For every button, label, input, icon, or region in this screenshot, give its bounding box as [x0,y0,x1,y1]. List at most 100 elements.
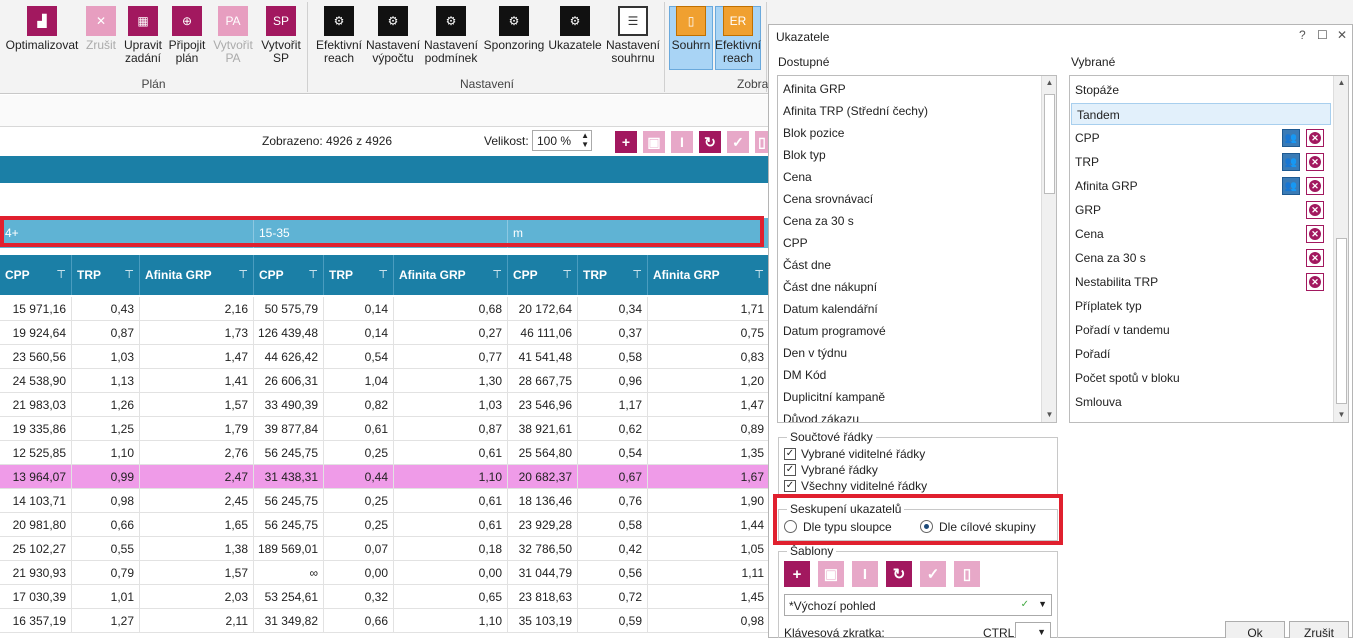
filter-icon[interactable]: ⊤ [632,255,642,295]
checkbox-visible-selected[interactable]: ✓ [784,448,796,460]
maximize-icon[interactable]: ☐ [1317,28,1328,42]
remove-icon[interactable]: ✕ [1306,129,1324,147]
effective-reach-button[interactable]: ER Efektivní reach [715,6,761,65]
indicators-button[interactable]: ⚙ Ukazatele [548,6,602,52]
scroll-down-icon[interactable]: ▼ [1334,408,1348,422]
selected-item[interactable]: Tandem [1071,103,1331,125]
remove-icon[interactable]: ✕ [1306,225,1324,243]
cancel-button[interactable]: Zrušit [1289,621,1349,638]
column-header[interactable]: CPP ⊤ [508,255,578,295]
group-people-icon[interactable]: 👥 [1282,177,1300,195]
filter-icon[interactable]: ⊤ [308,255,318,295]
available-item[interactable]: Důvod zákazu [778,408,1040,422]
scroll-thumb[interactable] [1044,94,1055,194]
available-item[interactable]: DM Kód [778,364,1040,386]
rename-view-button[interactable]: I [671,131,693,153]
add-view-button[interactable]: + [615,131,637,153]
conditions-settings-button[interactable]: ⚙ Nastavení podmínek [422,6,480,65]
available-item[interactable]: Blok typ [778,144,1040,166]
group-people-icon[interactable]: 👥 [1282,153,1300,171]
template-add-button[interactable]: + [784,561,810,587]
column-header[interactable]: Afinita GRP ⊤ [140,255,254,295]
summary-button[interactable]: ▯ Souhrn [669,6,713,52]
summary-settings-button[interactable]: ☰ Nastavení souhrnu [604,6,662,65]
table-row[interactable]: 20 981,80 0,66 1,65 56 245,75 0,25 0,61 23 929… [0,513,770,537]
optimize-button[interactable]: ▟ Optimalizovat [4,6,80,52]
column-header[interactable]: Afinita GRP ⊤ [394,255,508,295]
table-row[interactable]: 16 357,19 1,27 2,11 31 349,82 0,66 1,10 35 103… [0,609,770,633]
selected-item[interactable]: TRP [1070,151,1270,173]
table-row[interactable]: 21 930,93 0,79 1,57 ∞ 0,00 0,00 31 044,79 0,56 1… [0,561,770,585]
scroll-thumb[interactable] [1336,238,1347,404]
group-people-icon[interactable]: 👥 [1282,129,1300,147]
available-item[interactable]: CPP [778,232,1040,254]
available-item[interactable]: Duplicitní kampaně [778,386,1040,408]
checkbox-selected[interactable]: ✓ [784,464,796,476]
table-row[interactable]: 23 560,56 1,03 1,47 44 626,42 0,54 0,77 41 541… [0,345,770,369]
filter-icon[interactable]: ⊤ [238,255,248,295]
refresh-view-button[interactable]: ↻ [699,131,721,153]
available-item[interactable]: Cena srovnávací [778,188,1040,210]
table-row[interactable]: 15 971,16 0,43 2,16 50 575,79 0,14 0,68 20 172… [0,297,770,321]
available-item[interactable]: Cena za 30 s [778,210,1040,232]
table-row[interactable]: 24 538,90 1,13 1,41 26 606,31 1,04 1,30 28 667… [0,369,770,393]
available-item[interactable]: Blok pozice [778,122,1040,144]
apply-view-button[interactable]: ✓ [727,131,749,153]
table-row[interactable]: 12 525,85 1,10 2,76 56 245,75 0,25 0,61 25 564… [0,441,770,465]
table-row[interactable]: 19 335,86 1,25 1,79 39 877,84 0,61 0,87 38 921… [0,417,770,441]
attach-plan-button[interactable]: ⊕ Připojit plán [166,6,208,65]
remove-icon[interactable]: ✕ [1306,249,1324,267]
selected-item[interactable]: Cena [1070,223,1270,245]
column-header[interactable]: CPP ⊤ [254,255,324,295]
selected-item[interactable]: Nestabilita TRP [1070,271,1270,293]
edit-input-button[interactable]: ▦ Upravit zadání [122,6,164,65]
save-view-button[interactable]: ▣ [643,131,665,153]
table-row[interactable]: 14 103,71 0,98 2,45 56 245,75 0,25 0,61 18 136… [0,489,770,513]
filter-icon[interactable]: ⊤ [492,255,502,295]
available-item[interactable]: Den v týdnu [778,342,1040,364]
table-row[interactable]: 21 983,03 1,26 1,57 33 490,39 0,82 1,03 23 546… [0,393,770,417]
close-icon[interactable]: ✕ [1337,28,1347,42]
template-rename-button[interactable]: I [852,561,878,587]
delete-view-button[interactable]: ▯ [755,131,769,153]
selected-item[interactable]: Pořadí v tandemu [1070,319,1270,341]
column-header[interactable]: CPP ⊤ [0,255,72,295]
shortcut-key-select[interactable]: ▼ [1015,622,1051,638]
table-row[interactable]: 13 964,07 0,99 2,47 31 438,31 0,44 1,10 20 682… [0,465,770,489]
available-scrollbar[interactable]: ▲ ▼ [1041,76,1056,422]
selected-item[interactable]: Afinita GRP [1070,175,1270,197]
effective-reach-settings-button[interactable]: ⚙ Efektivní reach [314,6,364,65]
template-apply-button[interactable]: ✓ [920,561,946,587]
selected-list[interactable]: Stopáže Tandem CPP 👥 ✕ TRP 👥 ✕ Afinita GRP 👥 ✕ GRP ✕… [1069,75,1349,423]
selected-item[interactable]: Cena za 30 s [1070,247,1270,269]
selected-item[interactable]: CPP [1070,127,1270,149]
remove-icon[interactable]: ✕ [1306,201,1324,219]
table-row[interactable]: 17 030,39 1,01 2,03 53 254,61 0,32 0,65 23 818… [0,585,770,609]
scroll-down-icon[interactable]: ▼ [1042,408,1056,422]
available-item[interactable]: Část dne nákupní [778,276,1040,298]
selected-item[interactable]: GRP [1070,199,1270,221]
available-list[interactable]: Afinita GRP Afinita TRP (Střední čechy) Bl… [777,75,1057,423]
column-header[interactable]: Afinita GRP ⊤ [648,255,770,295]
remove-icon[interactable]: ✕ [1306,177,1324,195]
filter-icon[interactable]: ⊤ [378,255,388,295]
column-header[interactable]: TRP ⊤ [324,255,394,295]
ok-button[interactable]: Ok [1225,621,1285,638]
remove-icon[interactable]: ✕ [1306,273,1324,291]
template-save-button[interactable]: ▣ [818,561,844,587]
selected-item[interactable]: Počet spotů v bloku [1070,367,1270,389]
create-sp-button[interactable]: SP Vytvořit SP [258,6,304,65]
column-header[interactable]: TRP ⊤ [72,255,140,295]
template-select[interactable]: *Výchozí pohled ✓ ▼ [784,594,1052,616]
selected-item[interactable]: Pořadí [1070,343,1270,365]
selected-item[interactable]: Stopáže [1070,79,1270,101]
cancel-ribbon-button[interactable]: ✕ Zrušit [82,6,120,52]
template-refresh-button[interactable]: ↻ [886,561,912,587]
table-row[interactable]: 25 102,27 0,55 1,38 189 569,01 0,07 0,18 32 78… [0,537,770,561]
table-row[interactable]: 19 924,64 0,87 1,73 126 439,48 0,14 0,27 46 11… [0,321,770,345]
zoom-input[interactable]: 100 % ▲ ▼ [532,130,592,151]
selected-item[interactable]: Smlouva [1070,391,1270,413]
scroll-up-icon[interactable]: ▲ [1334,76,1348,90]
selected-scrollbar[interactable]: ▲ ▼ [1333,76,1348,422]
spinner-icon[interactable]: ▲ ▼ [581,131,589,149]
